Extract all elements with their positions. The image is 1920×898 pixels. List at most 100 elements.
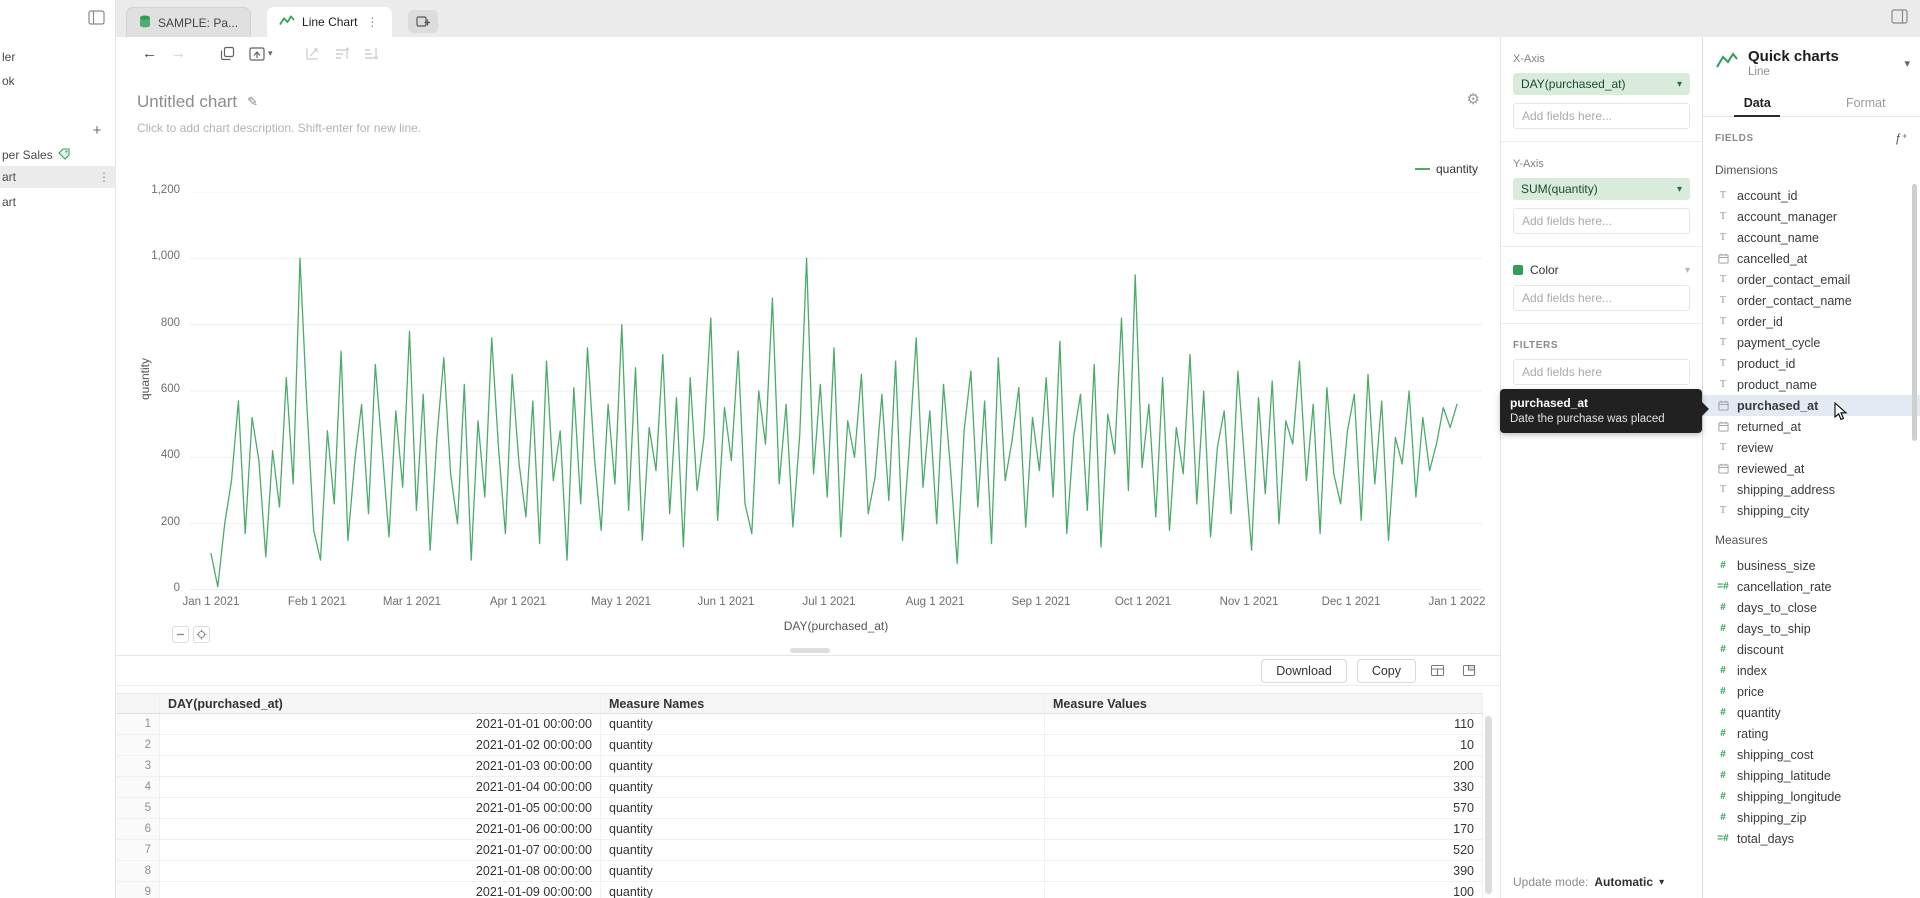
zoom-reset-icon[interactable] (193, 626, 210, 643)
sidebar-collapse-icon[interactable] (88, 10, 105, 28)
table-view-icon[interactable] (1426, 660, 1448, 682)
dimension-item[interactable]: Taccount_manager (1703, 206, 1920, 227)
x-axis-drop-zone[interactable]: Add fields here... (1513, 103, 1690, 129)
cell-measure-value: 10 (1045, 735, 1483, 755)
horizontal-scrollbar[interactable] (790, 648, 830, 653)
column-header[interactable]: Measure Values (1045, 694, 1483, 713)
tab-format[interactable]: Format (1812, 89, 1920, 116)
zoom-out-icon[interactable] (172, 626, 189, 643)
tab-line-chart[interactable]: Line Chart ⋮ (267, 7, 392, 37)
table-row[interactable]: 32021-01-03 00:00:00quantity200 (116, 756, 1483, 777)
y-axis-drop-zone[interactable]: Add fields here... (1513, 208, 1690, 234)
settings-gear-icon[interactable]: ⚙ (1467, 90, 1480, 108)
filters-drop-zone[interactable]: Add fields here (1513, 359, 1690, 385)
text-type-icon: T (1715, 190, 1731, 201)
chart-description-placeholder[interactable]: Click to add chart description. Shift-en… (137, 121, 421, 135)
y-tick-label: 800 (124, 317, 180, 329)
x-axis-field-pill[interactable]: DAY(purchased_at) ▾ (1513, 73, 1690, 95)
measure-item[interactable]: #shipping_zip (1703, 807, 1920, 828)
dimension-item[interactable]: Torder_contact_name (1703, 290, 1920, 311)
measure-item[interactable]: #quantity (1703, 702, 1920, 723)
dimension-item[interactable]: Tpayment_cycle (1703, 332, 1920, 353)
column-header[interactable]: DAY(purchased_at) (160, 694, 601, 713)
dropdown-caret-icon[interactable]: ▾ (1659, 877, 1664, 888)
y-tick-label: 400 (124, 449, 180, 461)
measure-item[interactable]: #shipping_latitude (1703, 765, 1920, 786)
back-icon[interactable]: ← (142, 45, 157, 62)
chevron-down-icon[interactable]: ▾ (1685, 265, 1690, 276)
dimension-item[interactable]: returned_at (1703, 416, 1920, 437)
sidebar-item-workbook[interactable]: per Sales (0, 144, 116, 166)
sort-descending-icon[interactable] (363, 46, 378, 61)
table-row[interactable]: 22021-01-02 00:00:00quantity10 (116, 735, 1483, 756)
forward-icon[interactable]: → (171, 45, 186, 62)
color-section: Color ▾ Add fields here... (1501, 247, 1702, 324)
table-row[interactable]: 42021-01-04 00:00:00quantity330 (116, 777, 1483, 798)
table-row[interactable]: 52021-01-05 00:00:00quantity570 (116, 798, 1483, 819)
measure-item[interactable]: #days_to_close (1703, 597, 1920, 618)
measure-item[interactable]: #shipping_longitude (1703, 786, 1920, 807)
dropdown-caret-icon[interactable]: ▾ (1677, 184, 1682, 195)
fullscreen-icon[interactable] (1458, 660, 1480, 682)
measure-item[interactable]: #shipping_cost (1703, 744, 1920, 765)
sidebar-recent-item[interactable]: ok (0, 70, 116, 92)
dimension-item[interactable]: Tshipping_address (1703, 479, 1920, 500)
tab-label: SAMPLE: Pa... (158, 16, 238, 30)
dimension-item[interactable]: Torder_contact_email (1703, 269, 1920, 290)
quick-charts-header[interactable]: Quick charts Line ▾ (1703, 37, 1920, 89)
tab-data[interactable]: Data (1703, 89, 1812, 116)
dimension-item[interactable]: Taccount_name (1703, 227, 1920, 248)
dimension-item[interactable]: Treview (1703, 437, 1920, 458)
duplicate-icon[interactable] (220, 46, 235, 61)
dropdown-caret-icon[interactable]: ▾ (1677, 79, 1682, 90)
table-row[interactable]: 92021-01-09 00:00:00quantity100 (116, 882, 1483, 898)
chart-title[interactable]: Untitled chart (137, 92, 237, 112)
new-tab-button[interactable] (408, 10, 438, 33)
sidebar-item-chart[interactable]: art (0, 191, 116, 213)
table-row[interactable]: 12021-01-01 00:00:00quantity110 (116, 714, 1483, 735)
table-row[interactable]: 72021-01-07 00:00:00quantity520 (116, 840, 1483, 861)
copy-button[interactable]: Copy (1357, 659, 1416, 683)
dimension-item[interactable]: Tproduct_id (1703, 353, 1920, 374)
sidebar-recent-item[interactable]: ler (0, 46, 116, 68)
measure-item[interactable]: =#total_days (1703, 828, 1920, 849)
download-button[interactable]: Download (1261, 659, 1347, 683)
update-mode-value[interactable]: Automatic (1594, 875, 1653, 889)
measure-item[interactable]: #rating (1703, 723, 1920, 744)
line-chart-plot[interactable] (190, 192, 1482, 590)
dimension-item[interactable]: purchased_at (1703, 395, 1920, 416)
dimension-item[interactable]: cancelled_at (1703, 248, 1920, 269)
measure-item[interactable]: #index (1703, 660, 1920, 681)
dimension-item[interactable]: Tshipping_city (1703, 500, 1920, 521)
color-drop-zone[interactable]: Add fields here... (1513, 285, 1690, 311)
y-axis-field-pill[interactable]: SUM(quantity) ▾ (1513, 178, 1690, 200)
dimension-item[interactable]: Torder_id (1703, 311, 1920, 332)
measure-item[interactable]: #business_size (1703, 555, 1920, 576)
measure-item[interactable]: #days_to_ship (1703, 618, 1920, 639)
swap-axes-icon[interactable] (305, 46, 320, 61)
measure-item[interactable]: =#cancellation_rate (1703, 576, 1920, 597)
tab-sample-workbook[interactable]: SAMPLE: Pa... (126, 7, 251, 37)
sidebar-item-label: ler (2, 50, 15, 64)
export-chart-icon[interactable]: ▾ (249, 47, 273, 61)
tab-menu-icon[interactable]: ⋮ (364, 15, 380, 29)
column-header[interactable]: Measure Names (601, 694, 1045, 713)
item-menu-icon[interactable]: ⋮ (96, 170, 112, 184)
measure-item[interactable]: #price (1703, 681, 1920, 702)
add-calculation-icon[interactable]: ƒ⁺ (1895, 131, 1908, 145)
edit-pencil-icon[interactable]: ✎ (247, 94, 258, 110)
sidebar-item-chart-active[interactable]: art ⋮ (0, 166, 116, 188)
number-type-icon: # (1715, 602, 1731, 613)
measure-item[interactable]: #discount (1703, 639, 1920, 660)
sort-ascending-icon[interactable] (334, 46, 349, 61)
table-row[interactable]: 62021-01-06 00:00:00quantity170 (116, 819, 1483, 840)
table-row[interactable]: 82021-01-08 00:00:00quantity390 (116, 861, 1483, 882)
chevron-down-icon[interactable]: ▾ (1904, 57, 1910, 70)
dimension-item[interactable]: Tproduct_name (1703, 374, 1920, 395)
right-panel-toggle-icon[interactable] (1891, 9, 1908, 29)
dimension-item[interactable]: reviewed_at (1703, 458, 1920, 479)
dimension-item[interactable]: Taccount_id (1703, 185, 1920, 206)
table-scrollbar[interactable] (1485, 716, 1492, 894)
add-item-button[interactable]: + (88, 122, 106, 139)
fields-scrollbar[interactable] (1912, 184, 1917, 441)
